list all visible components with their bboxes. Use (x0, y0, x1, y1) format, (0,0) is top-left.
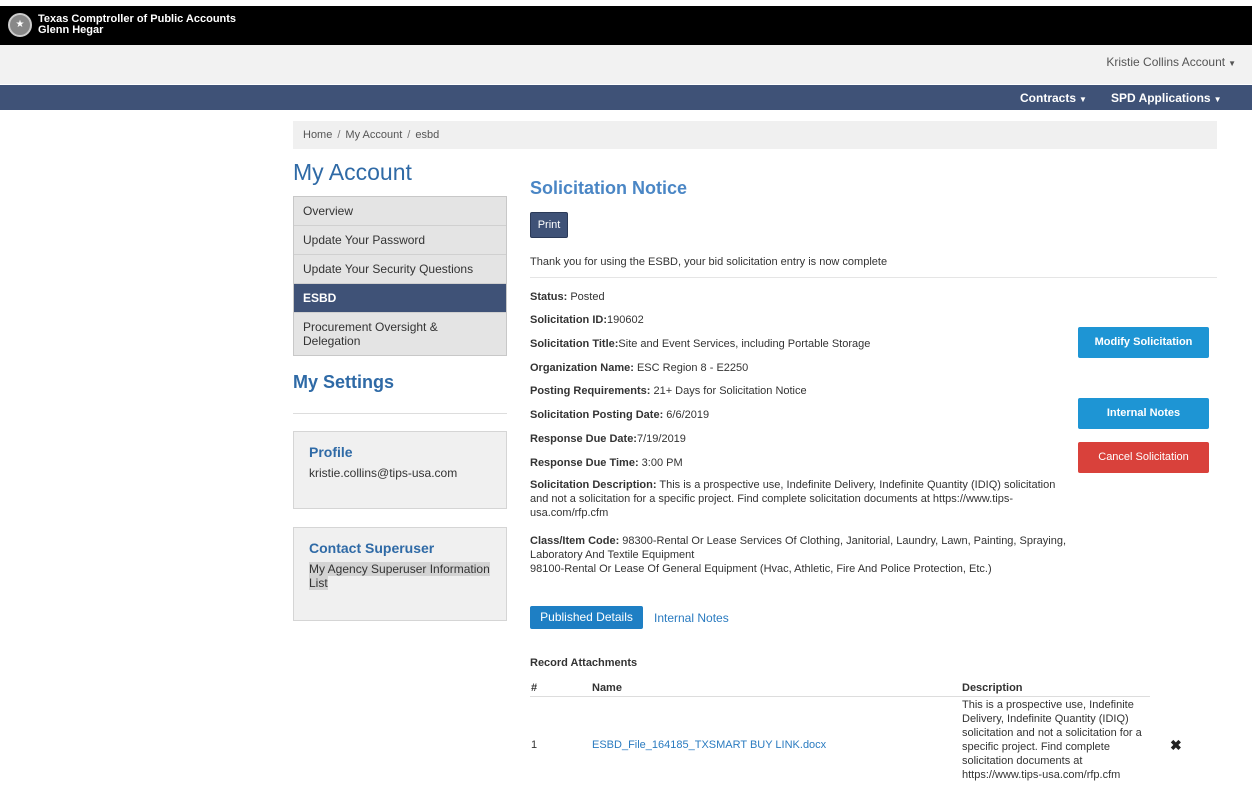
field-value: ESC Region 8 - E2250 (633, 362, 749, 374)
field-organization-name: Organization Name: ESC Region 8 - E2250 (530, 361, 1075, 375)
profile-email: kristie.collins@tips-usa.com (309, 466, 458, 480)
attachment-description: This is a prospective use, Indefinite De… (962, 699, 1142, 781)
modify-solicitation-button[interactable]: Modify Solicitation (1078, 327, 1209, 358)
field-value: 6/6/2019 (663, 409, 710, 421)
field-class-item-code: Class/Item Code: 98300-Rental Or Lease S… (530, 534, 1075, 576)
sidebar-item-overview[interactable]: Overview (294, 197, 506, 226)
field-label: Posting Requirements: (530, 385, 651, 397)
texas-seal-icon (8, 13, 32, 37)
superuser-info-link[interactable]: My Agency Superuser Information List (309, 562, 490, 590)
field-value: 21+ Days for Solicitation Notice (650, 385, 807, 397)
breadcrumb-esbd: esbd (415, 129, 440, 141)
field-posting-date: Solicitation Posting Date: 6/6/2019 (530, 408, 1075, 422)
field-status: Status: Posted (530, 290, 1075, 304)
profile-title: Profile (309, 444, 353, 460)
table-divider (530, 696, 1150, 697)
column-header-name: Name (592, 682, 622, 694)
sidebar-item-security-questions[interactable]: Update Your Security Questions (294, 255, 506, 284)
field-value: 190602 (607, 314, 644, 326)
nav-contracts[interactable]: Contracts ▼ (1020, 91, 1087, 105)
nav-spd-applications-label: SPD Applications (1111, 91, 1211, 105)
divider (293, 413, 507, 414)
superuser-link-wrapper: My Agency Superuser Information List (309, 562, 491, 590)
field-label: Solicitation Title: (530, 338, 619, 350)
record-attachments-title: Record Attachments (530, 657, 638, 669)
field-value: 7/19/2019 (636, 433, 686, 445)
field-value: 3:00 PM (638, 457, 683, 469)
field-response-due-date: Response Due Date:7/19/2019 (530, 432, 1075, 446)
caret-down-icon: ▼ (1213, 95, 1222, 104)
contact-superuser-card: Contact Superuser My Agency Superuser In… (293, 527, 507, 621)
nav-contracts-label: Contracts (1020, 91, 1077, 105)
field-posting-requirements: Posting Requirements: 21+ Days for Solic… (530, 384, 1075, 398)
cancel-solicitation-button[interactable]: Cancel Solicitation (1078, 442, 1209, 473)
field-label: Solicitation Description: (530, 479, 657, 491)
breadcrumb-home[interactable]: Home (303, 129, 332, 141)
field-label: Response Due Date: (530, 433, 637, 445)
field-value: Site and Event Services, including Porta… (618, 338, 871, 350)
remove-attachment-icon[interactable]: ✖ (1170, 737, 1182, 754)
nav-spd-applications[interactable]: SPD Applications ▼ (1111, 91, 1222, 105)
caret-down-icon: ▼ (1079, 95, 1087, 104)
my-settings-title: My Settings (293, 372, 395, 392)
field-solicitation-id: Solicitation ID:190602 (530, 313, 1075, 327)
field-solicitation-title: Solicitation Title:Site and Event Servic… (530, 337, 1075, 351)
sidebar-title: My Account (293, 159, 412, 185)
field-value: Posted (567, 291, 605, 303)
internal-notes-button[interactable]: Internal Notes (1078, 398, 1209, 429)
breadcrumb-separator: / (337, 129, 341, 141)
tab-internal-notes[interactable]: Internal Notes (654, 611, 729, 625)
field-value-2: 98100-Rental Or Lease Of General Equipme… (530, 563, 992, 575)
column-header-description: Description (962, 682, 1023, 694)
caret-down-icon: ▼ (1228, 59, 1236, 68)
field-label: Response Due Time: (530, 457, 639, 469)
breadcrumb-my-account[interactable]: My Account (345, 129, 402, 141)
sidebar-item-procurement-oversight[interactable]: Procurement Oversight & Delegation (294, 313, 506, 355)
sidebar-item-update-password[interactable]: Update Your Password (294, 226, 506, 255)
field-label: Organization Name: (530, 362, 634, 374)
tab-published-details[interactable]: Published Details (530, 606, 643, 629)
confirmation-message: Thank you for using the ESBD, your bid s… (530, 256, 888, 268)
field-solicitation-description: Solicitation Description: This is a pros… (530, 478, 1075, 520)
print-button[interactable]: Print (530, 212, 568, 238)
main-navbar: Contracts ▼ SPD Applications ▼ (0, 85, 1252, 110)
account-label: Kristie Collins Account (1106, 55, 1226, 69)
sidebar-item-esbd[interactable]: ESBD (294, 284, 506, 313)
field-label: Solicitation ID: (530, 314, 607, 326)
breadcrumb-separator: / (407, 129, 411, 141)
page-title: Solicitation Notice (530, 178, 688, 198)
account-bar: Kristie Collins Account ▼ (0, 45, 1252, 84)
field-label: Solicitation Posting Date: (530, 409, 664, 421)
top-header-bar: Texas Comptroller of Public Accounts Gle… (0, 6, 1252, 45)
row-number: 1 (531, 739, 538, 751)
sidebar-menu: Overview Update Your Password Update You… (293, 196, 507, 356)
attachment-file-link[interactable]: ESBD_File_164185_TXSMART BUY LINK.docx (592, 739, 826, 751)
column-header-number: # (531, 682, 538, 694)
brand-title[interactable]: Texas Comptroller of Public Accounts Gle… (38, 14, 236, 36)
field-label: Status: (530, 291, 568, 303)
field-label: Class/Item Code: (530, 535, 620, 547)
field-response-due-time: Response Due Time: 3:00 PM (530, 456, 1075, 470)
breadcrumb: Home / My Account / esbd (293, 121, 1217, 149)
profile-card: Profile kristie.collins@tips-usa.com (293, 431, 507, 509)
contact-superuser-title: Contact Superuser (309, 540, 435, 556)
brand-line-2: Glenn Hegar (38, 24, 104, 36)
account-dropdown[interactable]: Kristie Collins Account ▼ (1106, 55, 1236, 69)
divider (530, 277, 1217, 278)
